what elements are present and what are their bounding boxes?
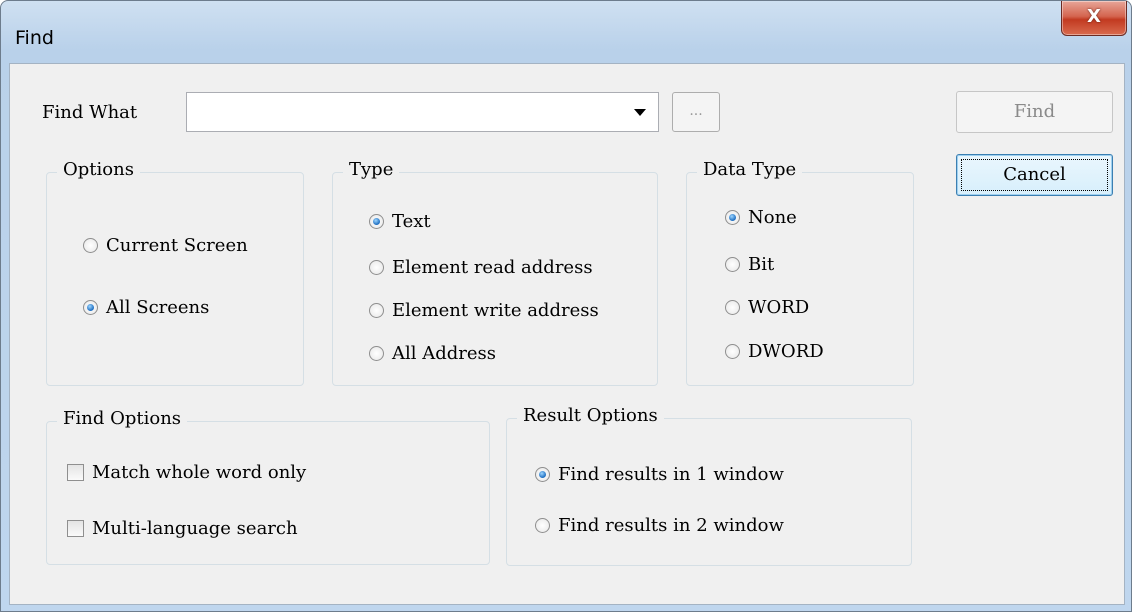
close-button[interactable]: X bbox=[1061, 1, 1127, 36]
radio-data-word[interactable]: WORD bbox=[725, 297, 809, 318]
radio-data-none[interactable]: None bbox=[725, 207, 797, 228]
radio-label: WORD bbox=[748, 297, 810, 318]
radio-type-all-address[interactable]: All Address bbox=[369, 343, 496, 364]
radio-checked-icon bbox=[535, 467, 550, 482]
radio-data-dword[interactable]: DWORD bbox=[725, 341, 824, 362]
result-options-group-title: Result Options bbox=[517, 405, 664, 426]
result-options-group: Result Options Find results in 1 window … bbox=[506, 405, 912, 566]
chevron-down-icon[interactable] bbox=[634, 109, 646, 116]
find-button[interactable]: Find bbox=[956, 91, 1113, 133]
radio-type-write-address[interactable]: Element write address bbox=[369, 300, 599, 321]
radio-label: Bit bbox=[748, 254, 775, 275]
checkbox-label: Match whole word only bbox=[92, 462, 307, 483]
radio-icon bbox=[83, 238, 98, 253]
radio-label: All Address bbox=[392, 343, 497, 364]
type-group: Type Text Element read address Element w… bbox=[332, 159, 658, 386]
find-options-group: Find Options Match whole word only Multi… bbox=[46, 408, 490, 565]
radio-label: All Screens bbox=[106, 297, 210, 318]
radio-checked-icon bbox=[725, 210, 740, 225]
data-type-group: Data Type None Bit WORD DWORD bbox=[686, 159, 914, 386]
window-title: Find bbox=[15, 27, 54, 49]
cancel-button-label: Cancel bbox=[1003, 164, 1066, 185]
radio-data-bit[interactable]: Bit bbox=[725, 254, 774, 275]
options-group: Options Current Screen All Screens bbox=[46, 159, 304, 386]
browse-button[interactable]: ... bbox=[672, 92, 720, 132]
radio-label: Element read address bbox=[392, 257, 593, 278]
options-group-title: Options bbox=[57, 159, 140, 180]
radio-icon bbox=[369, 260, 384, 275]
checkbox-icon bbox=[67, 464, 84, 481]
radio-label: Element write address bbox=[392, 300, 599, 321]
find-what-label: Find What bbox=[42, 102, 138, 123]
radio-checked-icon bbox=[369, 214, 384, 229]
radio-icon bbox=[725, 300, 740, 315]
checkbox-match-whole-word[interactable]: Match whole word only bbox=[67, 462, 306, 483]
type-group-title: Type bbox=[343, 159, 400, 180]
radio-all-screens[interactable]: All Screens bbox=[83, 297, 209, 318]
radio-label: Find results in 2 window bbox=[558, 515, 784, 536]
find-options-group-title: Find Options bbox=[57, 408, 188, 429]
radio-results-2-window[interactable]: Find results in 2 window bbox=[535, 515, 784, 536]
cancel-button[interactable]: Cancel bbox=[956, 154, 1113, 196]
title-bar[interactable]: Find X bbox=[1, 1, 1131, 63]
checkbox-icon bbox=[67, 520, 84, 537]
radio-icon bbox=[725, 344, 740, 359]
radio-type-text[interactable]: Text bbox=[369, 211, 431, 232]
radio-icon bbox=[369, 303, 384, 318]
close-icon: X bbox=[1087, 6, 1101, 27]
radio-label: Find results in 1 window bbox=[558, 464, 784, 485]
radio-checked-icon bbox=[83, 300, 98, 315]
data-type-group-title: Data Type bbox=[697, 159, 803, 180]
dialog-body: Find What ... Find Cancel Options Curren… bbox=[9, 63, 1125, 605]
radio-results-1-window[interactable]: Find results in 1 window bbox=[535, 464, 784, 485]
find-dialog: Find X Find What ... Find Cancel Options… bbox=[0, 0, 1132, 612]
radio-label: None bbox=[748, 207, 797, 228]
radio-icon bbox=[725, 257, 740, 272]
checkbox-multi-language[interactable]: Multi-language search bbox=[67, 518, 298, 539]
radio-label: Current Screen bbox=[106, 235, 248, 256]
radio-icon bbox=[535, 518, 550, 533]
find-what-combobox[interactable] bbox=[186, 92, 659, 132]
radio-icon bbox=[369, 346, 384, 361]
radio-label: DWORD bbox=[748, 341, 824, 362]
radio-label: Text bbox=[392, 211, 431, 232]
radio-current-screen[interactable]: Current Screen bbox=[83, 235, 248, 256]
checkbox-label: Multi-language search bbox=[92, 518, 298, 539]
radio-type-read-address[interactable]: Element read address bbox=[369, 257, 593, 278]
